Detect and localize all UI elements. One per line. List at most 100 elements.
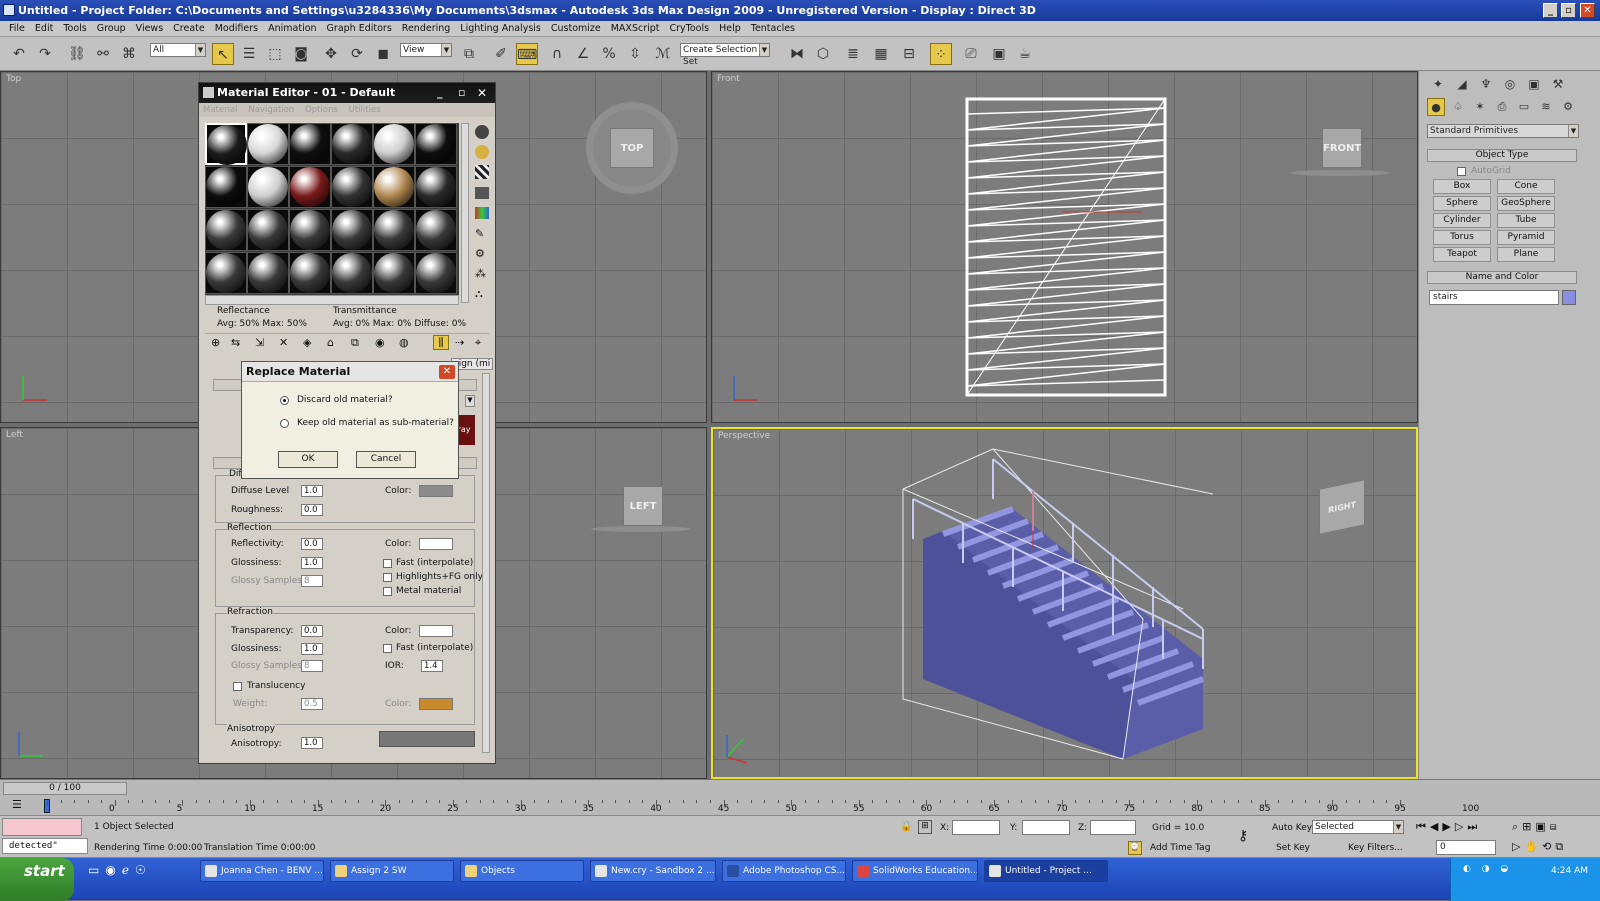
hierarchy-tab-icon[interactable]: ♆: [1475, 73, 1497, 95]
material-slot[interactable]: [415, 209, 457, 251]
ior-spinner[interactable]: 1.4: [421, 660, 443, 672]
modify-tab-icon[interactable]: ◢: [1451, 73, 1473, 95]
material-slot[interactable]: [289, 209, 331, 251]
menu-crytools[interactable]: CryTools: [665, 23, 715, 34]
material-slot[interactable]: [247, 166, 289, 208]
get-material-icon[interactable]: ⊕: [211, 336, 220, 349]
taskbar-item[interactable]: New.cry - Sandbox 2 ...: [590, 860, 716, 882]
key-filters-button[interactable]: Key Filters...: [1348, 843, 1403, 853]
taskbar-item[interactable]: Adobe Photoshop CS...: [722, 860, 846, 882]
material-slot[interactable]: [289, 123, 331, 165]
viewport-perspective[interactable]: Perspective RIGHT: [711, 427, 1418, 779]
me-menu-material[interactable]: Material: [203, 105, 238, 115]
previous-frame-icon[interactable]: ◀: [1430, 820, 1442, 833]
show-end-result-icon[interactable]: ◍: [399, 336, 409, 349]
zoom-all-icon[interactable]: ⊞: [1522, 820, 1535, 833]
slots-horizontal-scrollbar[interactable]: [205, 295, 459, 305]
menu-help[interactable]: Help: [714, 23, 746, 34]
unlink-icon[interactable]: ⚯: [92, 43, 114, 65]
lock-icon[interactable]: 🔒: [900, 821, 912, 832]
cone-button[interactable]: Cone: [1497, 179, 1555, 194]
cameras-icon[interactable]: ⎙: [1493, 98, 1511, 116]
diffuse-color-swatch[interactable]: [419, 485, 453, 497]
viewcube-front[interactable]: FRONT: [1322, 128, 1362, 168]
material-slot[interactable]: [205, 252, 247, 294]
material-slot[interactable]: [331, 166, 373, 208]
tube-button[interactable]: Tube: [1497, 213, 1555, 228]
auto-key-button[interactable]: Auto Key: [1272, 823, 1312, 833]
material-slot[interactable]: [415, 252, 457, 294]
maxscript-output[interactable]: detected": [2, 838, 88, 854]
select-object-icon[interactable]: ↖: [212, 43, 234, 65]
translucency-checkbox[interactable]: [233, 682, 242, 691]
orbit-icon[interactable]: ⟲: [1542, 840, 1555, 853]
put-material-icon[interactable]: ⇆: [231, 336, 240, 349]
reference-coordinate-dropdown[interactable]: View ▼: [400, 43, 452, 57]
named-selection-set-dropdown[interactable]: Create Selection Set ▼: [680, 43, 770, 67]
material-slot[interactable]: [289, 166, 331, 208]
spinner-snap-icon[interactable]: ⇳: [624, 43, 646, 65]
me-menu-options[interactable]: Options: [305, 105, 338, 115]
edit-named-selection-icon[interactable]: ℳ: [652, 43, 674, 65]
discard-old-radio[interactable]: [280, 396, 289, 405]
chevron-down-icon[interactable]: ▼: [465, 395, 475, 407]
render-setup-icon[interactable]: ⎚: [960, 43, 982, 65]
viewcube-top[interactable]: TOP: [610, 128, 654, 168]
taskbar-item[interactable]: Assign 2 SW: [330, 860, 454, 882]
taskbar-item-active[interactable]: Untitled - Project ...: [984, 860, 1108, 882]
keyboard-shortcut-override-icon[interactable]: ⌨: [516, 43, 538, 65]
play-icon[interactable]: ▶: [1442, 820, 1454, 833]
pivot-center-icon[interactable]: ⧉: [458, 43, 480, 65]
object-color-swatch[interactable]: [1562, 290, 1576, 305]
key-mode-dropdown[interactable]: Selected ▼: [1312, 820, 1404, 834]
curve-editor-icon[interactable]: ▦: [870, 43, 892, 65]
weight-spinner[interactable]: 0.5: [301, 698, 323, 710]
shapes-icon[interactable]: ♤: [1449, 98, 1467, 116]
torus-button[interactable]: Torus: [1433, 230, 1491, 245]
sample-uv-tiling-icon[interactable]: [475, 187, 489, 199]
refraction-color-swatch[interactable]: [419, 625, 453, 637]
move-icon[interactable]: ✥: [320, 43, 342, 65]
time-slider[interactable]: 0 / 100: [3, 782, 127, 795]
menu-modifiers[interactable]: Modifiers: [210, 23, 263, 34]
go-to-start-icon[interactable]: ⏮: [1416, 820, 1430, 833]
maximize-icon[interactable]: ▫: [458, 83, 465, 103]
bind-space-warp-icon[interactable]: ⌘: [118, 43, 140, 65]
make-unique-icon[interactable]: ◈: [303, 336, 311, 349]
next-frame-icon[interactable]: ▷: [1455, 820, 1467, 833]
minimize-button[interactable]: _: [1543, 3, 1558, 18]
mini-curve-editor-icon[interactable]: ☰: [12, 798, 22, 811]
systems-icon[interactable]: ⚙: [1559, 98, 1577, 116]
absolute-mode-icon[interactable]: ⊞: [918, 820, 932, 834]
background-checker-icon[interactable]: [475, 165, 489, 179]
ok-button[interactable]: OK: [278, 451, 338, 468]
select-by-name-icon[interactable]: ☰: [238, 43, 260, 65]
menu-tools[interactable]: Tools: [58, 23, 91, 34]
zoom-extents-icon[interactable]: ▣: [1535, 820, 1549, 833]
display-tab-icon[interactable]: ▣: [1523, 73, 1545, 95]
object-type-rollout-header[interactable]: Object Type: [1427, 149, 1577, 162]
viewport-front[interactable]: Front FRONT: [711, 71, 1418, 423]
plane-button[interactable]: Plane: [1497, 247, 1555, 262]
zoom-icon[interactable]: ⌕: [1512, 820, 1522, 833]
slots-vertical-scrollbar[interactable]: [461, 123, 469, 303]
angle-snap-icon[interactable]: ∠: [572, 43, 594, 65]
menu-edit[interactable]: Edit: [30, 23, 58, 34]
motion-tab-icon[interactable]: ◎: [1499, 73, 1521, 95]
object-name-field[interactable]: stairs: [1429, 290, 1559, 305]
refraction-fast-interpolate-checkbox[interactable]: [383, 644, 392, 653]
space-warps-icon[interactable]: ≋: [1537, 98, 1555, 116]
lights-icon[interactable]: ✶: [1471, 98, 1489, 116]
viewcube-perspective[interactable]: RIGHT: [1319, 479, 1365, 535]
sphere-button[interactable]: Sphere: [1433, 196, 1491, 211]
material-slot[interactable]: [205, 123, 247, 165]
highlights-fg-checkbox[interactable]: [383, 573, 392, 582]
taskbar-item[interactable]: SolidWorks Education...: [852, 860, 978, 882]
percent-snap-icon[interactable]: %: [598, 43, 620, 65]
go-to-parent-icon[interactable]: ⫼: [433, 335, 449, 350]
menu-file[interactable]: File: [4, 23, 30, 34]
maximize-viewport-icon[interactable]: ⧉: [1555, 840, 1567, 853]
primitive-category-dropdown[interactable]: Standard Primitives ▼: [1427, 124, 1579, 138]
metal-material-checkbox[interactable]: [383, 587, 392, 596]
y-coordinate-field[interactable]: [1022, 820, 1070, 835]
